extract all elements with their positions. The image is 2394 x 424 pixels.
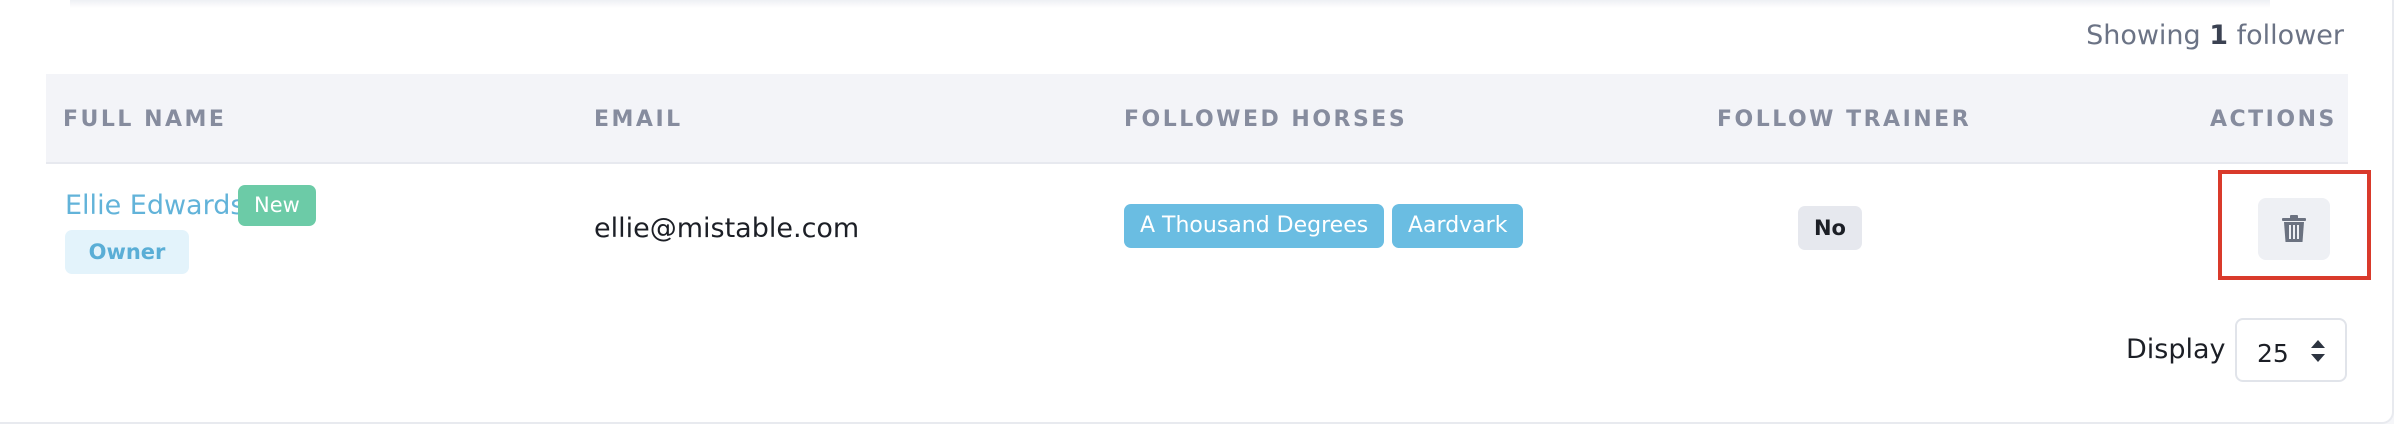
showing-prefix: Showing (2086, 20, 2201, 51)
horse-tag-a-thousand-degrees[interactable]: A Thousand Degrees (1124, 204, 1385, 248)
column-header-followed-horses: FOLLOWED HORSES (1124, 107, 1408, 132)
followers-card: Showing 1 follower FULL NAME EMAIL FOLLO… (0, 0, 2394, 424)
display-label: Display (2126, 334, 2226, 365)
showing-suffix: follower (2236, 20, 2344, 51)
table-row: Ellie Edwards New Owner ellie@mistable.c… (46, 166, 2348, 292)
column-header-follow-trainer: FOLLOW TRAINER (1717, 107, 1972, 132)
follower-name-link[interactable]: Ellie Edwards (65, 190, 244, 221)
sort-arrows-icon (2311, 340, 2325, 362)
showing-number: 1 (2209, 20, 2229, 51)
column-header-email: EMAIL (594, 107, 683, 132)
column-header-full-name: FULL NAME (63, 107, 227, 132)
horse-tag-aardvark[interactable]: Aardvark (1392, 204, 1524, 248)
page-size-value: 25 (2257, 339, 2289, 368)
follow-trainer-badge: No (1798, 206, 1862, 250)
showing-count: Showing 1 follower (2086, 20, 2344, 51)
card-top-shadow (70, 0, 2270, 8)
new-badge: New (238, 185, 316, 226)
column-header-actions: ACTIONS (2210, 107, 2337, 132)
owner-role-badge: Owner (65, 230, 189, 274)
trash-icon (2282, 215, 2306, 242)
table-header: FULL NAME EMAIL FOLLOWED HORSES FOLLOW T… (46, 74, 2348, 164)
follower-email: ellie@mistable.com (594, 213, 860, 244)
page-size-select[interactable]: 25 (2235, 318, 2347, 382)
delete-follower-button[interactable] (2258, 198, 2330, 260)
